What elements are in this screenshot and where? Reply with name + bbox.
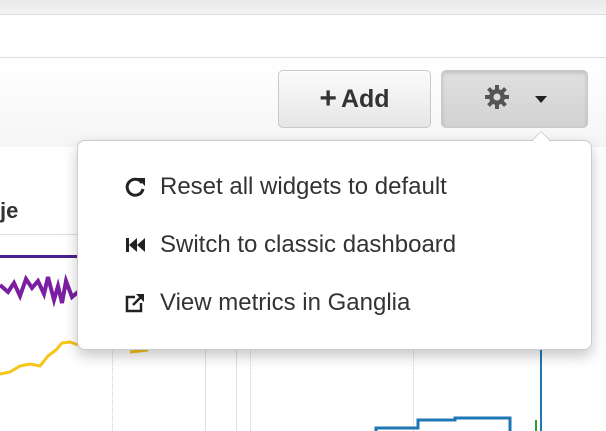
settings-dropdown-menu: Reset all widgets to default Switch to c… <box>77 131 592 350</box>
gear-icon <box>483 83 511 116</box>
purple-series-line <box>0 273 80 308</box>
settings-dropdown-button[interactable] <box>441 70 588 128</box>
add-widget-button[interactable]: + Add <box>278 70 431 128</box>
add-widget-label: Add <box>340 84 390 113</box>
menu-item-classic-dashboard[interactable]: Switch to classic dashboard <box>122 225 456 265</box>
menu-item-reset-widgets[interactable]: Reset all widgets to default <box>122 167 447 207</box>
external-link-icon <box>122 290 148 316</box>
plus-icon: + <box>319 82 337 115</box>
blue-series-line <box>374 416 512 431</box>
backward-icon <box>122 232 148 258</box>
menu-item-label: View metrics in Ganglia <box>160 289 411 316</box>
yellow-series-line-right <box>129 348 149 354</box>
top-strip <box>0 0 606 15</box>
yellow-series-line <box>0 340 79 376</box>
menu-item-view-ganglia[interactable]: View metrics in Ganglia <box>122 283 410 323</box>
menu-item-label: Reset all widgets to default <box>160 173 447 200</box>
menu-item-label: Switch to classic dashboard <box>160 231 457 258</box>
caret-down-icon <box>534 95 547 103</box>
refresh-icon <box>122 174 148 200</box>
